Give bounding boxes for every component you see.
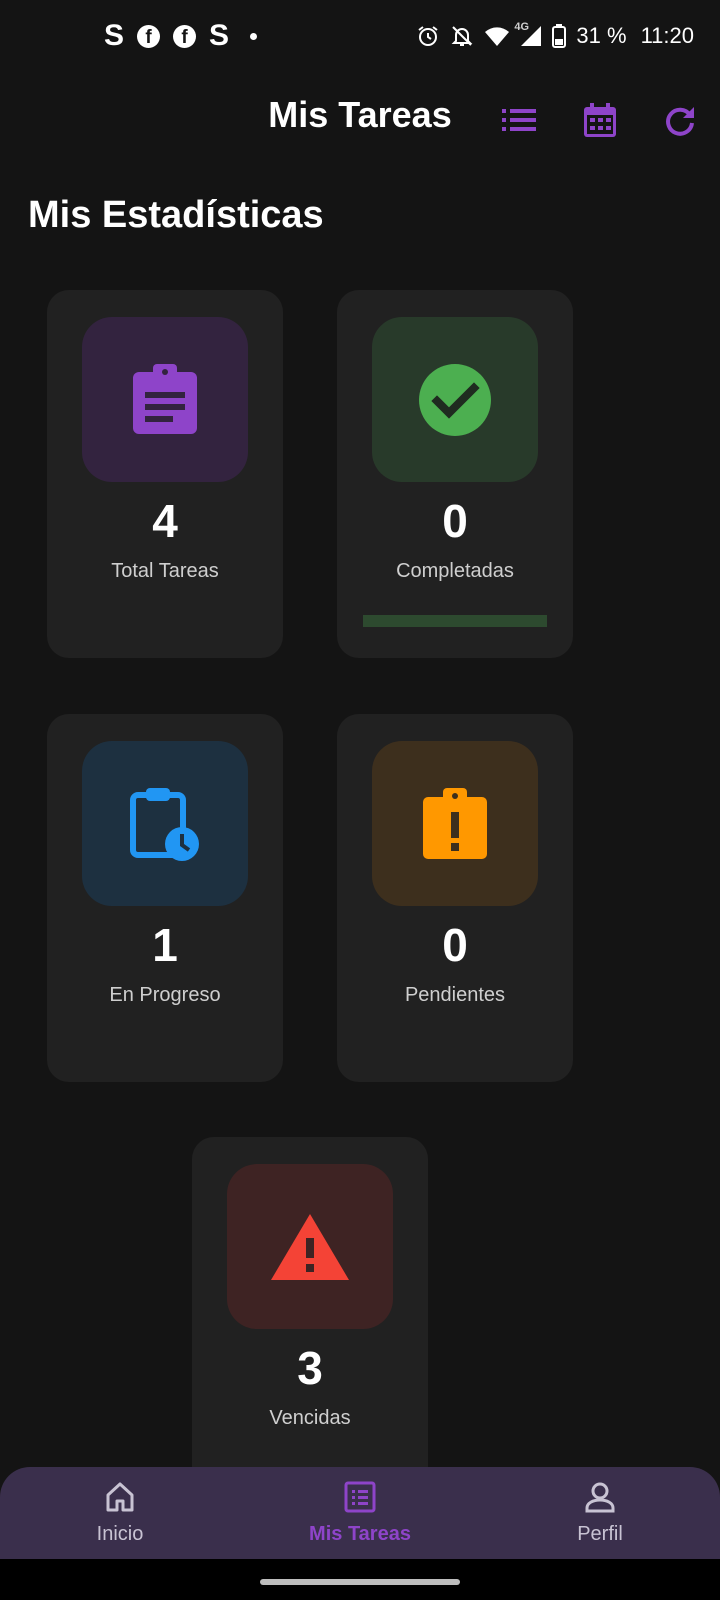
warning-icon xyxy=(271,1213,349,1280)
stat-label: Vencidas xyxy=(269,1407,351,1429)
network-type-label: 4G xyxy=(514,21,530,33)
screen: S f f S 4G 31 % 11:20 Mis Tareas Mis Est… xyxy=(0,0,720,1600)
refresh-icon xyxy=(666,107,694,136)
alarm-icon xyxy=(416,24,440,48)
stat-card-pending[interactable]: 0 Pendientes xyxy=(337,714,573,1082)
calendar-view-button[interactable] xyxy=(578,98,622,142)
home-icon xyxy=(106,1482,134,1512)
nav-item-inicio[interactable]: Inicio xyxy=(0,1467,240,1559)
check-circle-icon xyxy=(419,363,491,436)
stat-label: Completadas xyxy=(396,560,514,582)
stat-label: En Progreso xyxy=(109,984,221,1006)
status-bar: S f f S 4G 31 % 11:20 xyxy=(0,0,720,72)
page-title: Mis Tareas xyxy=(268,94,452,135)
clipboard-clock-icon xyxy=(130,787,199,861)
stat-icon-box xyxy=(82,317,248,482)
clipboard-alert-icon xyxy=(423,787,487,859)
app-bar: Mis Tareas xyxy=(0,80,720,158)
stat-value: 1 xyxy=(152,919,178,971)
notification-icons: S f f S xyxy=(104,18,258,54)
wifi-icon xyxy=(484,25,510,47)
more-notifications-dot xyxy=(250,32,258,40)
s-app-icon: S xyxy=(209,19,230,52)
stat-card-total[interactable]: 4 Total Tareas xyxy=(47,290,283,658)
stat-card-in-progress[interactable]: 1 En Progreso xyxy=(47,714,283,1082)
stat-value: 3 xyxy=(297,1342,323,1394)
stat-icon-box xyxy=(227,1164,393,1329)
nav-item-mis-tareas[interactable]: Mis Tareas xyxy=(240,1467,480,1559)
system-gesture-area xyxy=(0,1559,720,1600)
facebook-icon: f xyxy=(173,24,197,48)
stat-value: 0 xyxy=(442,919,468,971)
stat-card-overdue[interactable]: 3 Vencidas xyxy=(192,1137,428,1505)
bottom-navigation: Inicio Mis Tareas Perfil xyxy=(0,1467,720,1559)
assignment-icon xyxy=(133,363,197,434)
clock: 11:20 xyxy=(640,23,694,48)
completion-progress-bar xyxy=(363,615,547,627)
s-app-icon: S xyxy=(104,19,125,52)
stat-card-completed[interactable]: 0 Completadas xyxy=(337,290,573,658)
battery-percentage: 31 % xyxy=(576,23,627,48)
nav-label: Mis Tareas xyxy=(309,1523,411,1545)
nav-label: Inicio xyxy=(96,1523,144,1545)
stat-value: 0 xyxy=(442,495,468,547)
silent-bell-icon xyxy=(450,24,474,48)
stat-icon-box xyxy=(82,741,248,906)
battery-icon xyxy=(552,24,567,48)
stat-icon-box xyxy=(372,741,538,906)
stat-label: Pendientes xyxy=(404,984,506,1006)
cellular-signal-icon: 4G xyxy=(514,21,542,47)
tasks-list-icon xyxy=(344,1481,376,1513)
section-title: Mis Estadísticas xyxy=(28,194,324,236)
stat-icon-box xyxy=(372,317,538,482)
nav-item-perfil[interactable]: Perfil xyxy=(480,1467,720,1559)
person-icon xyxy=(585,1482,615,1513)
stat-label: Total Tareas xyxy=(111,560,219,582)
system-icons: 4G 31 % 11:20 xyxy=(416,18,694,54)
nav-label: Perfil xyxy=(577,1523,623,1545)
stat-value: 4 xyxy=(152,495,178,547)
list-view-button[interactable] xyxy=(497,98,541,142)
calendar-icon xyxy=(584,103,616,137)
list-icon xyxy=(502,109,536,131)
refresh-button[interactable] xyxy=(658,98,702,142)
home-gesture-bar[interactable] xyxy=(260,1579,460,1585)
facebook-icon: f xyxy=(137,24,161,48)
